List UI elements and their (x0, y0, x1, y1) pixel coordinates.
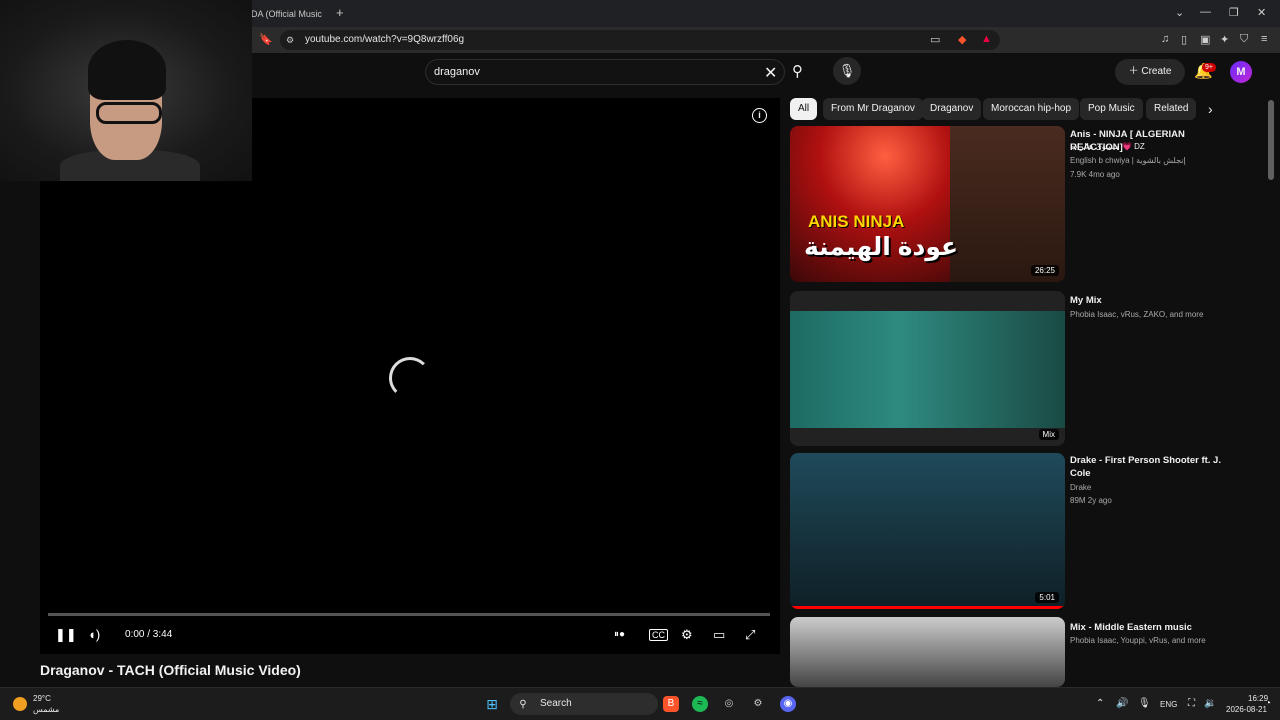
thumb-caption-bottom: عودة الهيمنة (804, 233, 959, 261)
spotify-icon[interactable]: ≈ (692, 696, 708, 712)
weather-desc: مشمس (33, 705, 60, 714)
rec-channel: Phobia Isaac, Youppi, vRus, and more (1070, 636, 1206, 645)
thumb-caption-top: ANIS NINJA (808, 212, 905, 231)
maximize-button[interactable]: ❐ (1229, 6, 1239, 19)
notification-center-icon[interactable]: ◔ (1265, 698, 1271, 709)
create-label: Create (1141, 66, 1172, 77)
rec-title[interactable]: Mix - Middle Eastern music (1070, 621, 1230, 634)
tray-chevron-icon[interactable]: ⌃ (1096, 698, 1104, 709)
info-icon[interactable]: i (752, 108, 767, 123)
clear-search-icon[interactable]: ✕ (764, 63, 777, 83)
reactor-face (950, 126, 1065, 282)
new-tab-button[interactable]: + (336, 5, 344, 20)
autoplay-toggle[interactable]: ⏸● (614, 629, 625, 640)
chip-from-mr-draganov[interactable]: From Mr Draganov (823, 98, 923, 120)
volume-tray-icon[interactable]: 🔉 (1204, 698, 1216, 709)
site-info-icon[interactable]: ⚙ (286, 35, 294, 46)
wallet-icon[interactable]: ▣ (1200, 33, 1210, 46)
media-icon[interactable]: ♫ (1161, 33, 1169, 45)
chip-pop-music[interactable]: Pop Music (1080, 98, 1143, 120)
windows-start-icon[interactable]: ⊞ (484, 696, 500, 712)
sidebar-icon[interactable]: ▯ (1181, 33, 1187, 46)
thumbnail-drake[interactable]: 5:01 (790, 453, 1065, 609)
browser-tab[interactable]: YDA (Official Music (245, 4, 325, 24)
discord-icon[interactable]: ◉ (780, 696, 796, 712)
webcam-person-glasses (96, 102, 162, 124)
time-display: 0:00 / 3:44 (125, 629, 173, 640)
webcam-person-hair (88, 40, 166, 100)
cast-icon[interactable]: ▭ (930, 33, 940, 46)
thumbnail-anis-ninja[interactable]: ANIS NINJA عودة الهيمنة 26:25 (790, 126, 1065, 282)
rec-channel: Phobia Isaac, vRus, ZAKO, and more (1070, 310, 1204, 319)
progress-bar[interactable] (48, 613, 770, 616)
video-title: Draganov - TACH (Official Music Video) (40, 662, 301, 678)
weather-sun-icon[interactable] (13, 697, 27, 711)
create-button[interactable]: ＋ Create (1115, 59, 1185, 85)
mix-badge: Mix (1038, 429, 1059, 440)
network-icon[interactable]: ⛶ (1188, 698, 1195, 709)
search-icon[interactable]: ⚲ (792, 62, 803, 80)
tab-search-icon[interactable]: ⌄ (1175, 6, 1184, 19)
menu-icon[interactable]: ≡ (1261, 33, 1267, 45)
minimize-button[interactable]: — (1200, 6, 1211, 18)
vpn-icon[interactable]: ⛉ (1240, 33, 1248, 46)
search-input[interactable]: draganov (434, 66, 480, 78)
chip-moroccan-hip-hop[interactable]: Moroccan hip-hop (983, 98, 1080, 120)
pause-icon[interactable]: ❚❚ (55, 627, 77, 643)
volume-icon[interactable]: ◖) (88, 627, 100, 642)
speaker-icon[interactable]: 🔊 (1116, 698, 1128, 709)
thumbnail-middle-eastern-mix[interactable] (790, 617, 1065, 687)
close-window-button[interactable]: ✕ (1257, 6, 1266, 19)
duration-badge: 5:01 (1035, 592, 1059, 603)
rec-title[interactable]: My Mix (1070, 294, 1230, 307)
clock-date[interactable]: 2026-08-21 (1226, 705, 1267, 714)
rec-channel[interactable]: English b chwiya | إنجلش بالشوية (1070, 155, 1186, 167)
leo-ai-icon[interactable]: ✦ (1220, 33, 1229, 46)
fullscreen-icon[interactable]: ⤢ (745, 627, 755, 643)
watched-bar (790, 606, 1065, 609)
avatar[interactable]: M (1230, 61, 1252, 83)
duration-badge: 26:25 (1030, 265, 1059, 276)
captions-icon[interactable]: CC (649, 629, 668, 641)
brave-rewards-icon[interactable]: ▲ (981, 33, 992, 45)
rec-subtitle: مستوى هالراب 💗 DZ (1070, 142, 1145, 151)
theater-mode-icon[interactable]: ▭ (713, 627, 725, 643)
address-url[interactable]: youtube.com/watch?v=9Q8wrzff06g (305, 34, 464, 45)
rec-meta: 7.9K 4mo ago (1070, 170, 1120, 179)
chevron-right-icon[interactable]: › (1208, 101, 1213, 117)
brave-shield-icon[interactable]: ◆ (958, 33, 966, 46)
taskbar-search[interactable]: Search (510, 693, 658, 715)
brave-browser-icon[interactable]: B (663, 696, 679, 712)
chip-all[interactable]: All (790, 98, 818, 120)
notification-badge: 9+ (1202, 63, 1216, 72)
chip-related[interactable]: Related (1146, 98, 1197, 120)
thumbnail-my-mix[interactable]: Mix (790, 291, 1065, 446)
language-indicator[interactable]: ENG (1160, 700, 1177, 709)
steam-icon[interactable]: ⚙ (750, 696, 766, 712)
chip-draganov[interactable]: Draganov (922, 98, 982, 120)
weather-temp[interactable]: 29°C (33, 694, 51, 703)
bookmark-icon[interactable]: 🔖 (259, 33, 273, 46)
search-icon: ⚲ (519, 699, 527, 710)
microphone-icon[interactable]: 🎙 (1138, 698, 1151, 709)
webcam-overlay (0, 0, 252, 181)
settings-gear-icon[interactable]: ⚙ (681, 627, 693, 643)
app-icon[interactable]: ◎ (721, 696, 737, 712)
microphone-icon[interactable]: 🎙 (833, 57, 861, 85)
mix-image (790, 311, 1065, 428)
rec-channel[interactable]: Drake (1070, 482, 1091, 494)
taskbar-search-label: Search (540, 698, 572, 709)
loading-spinner (389, 357, 431, 399)
rec-title[interactable]: Drake - First Person Shooter ft. J. Cole (1070, 454, 1230, 480)
rec-meta: 89M 2y ago (1070, 496, 1112, 505)
scrollbar[interactable] (1268, 100, 1274, 180)
